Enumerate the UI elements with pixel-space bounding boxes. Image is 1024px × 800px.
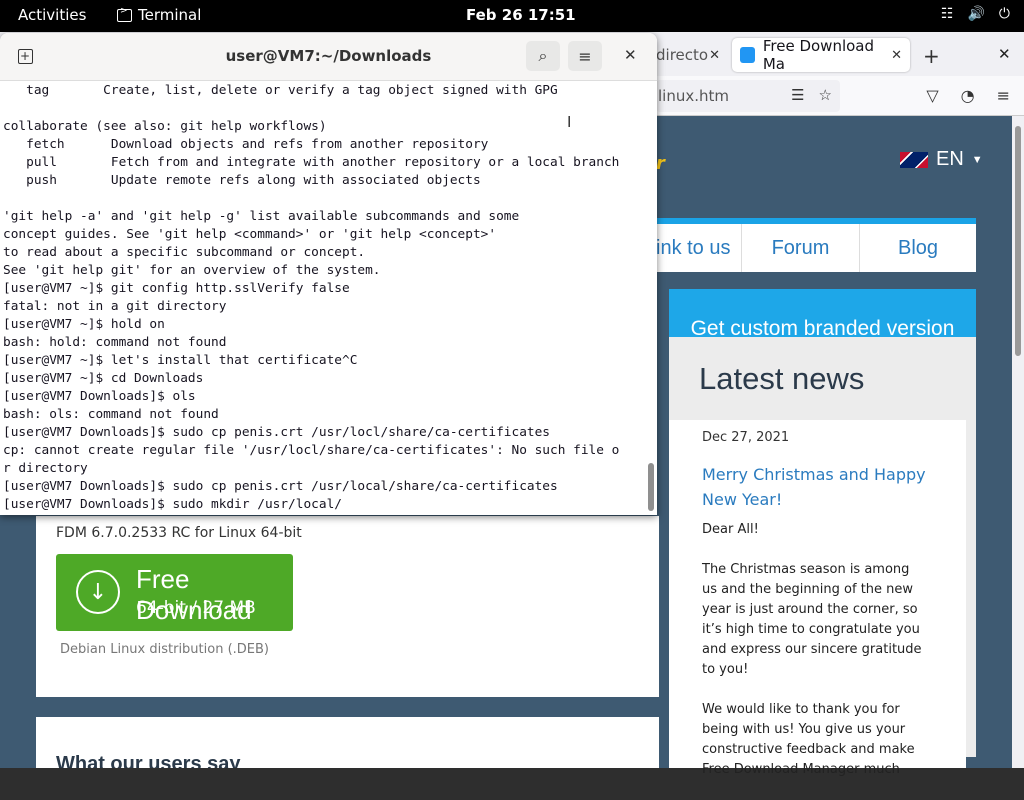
terminal-scrollbar[interactable] [648, 463, 654, 511]
news-heading: Latest news [699, 361, 865, 396]
search-icon: ⌕ [538, 46, 548, 65]
system-tray[interactable]: ☷ 🔊 ⏻ [941, 6, 1010, 22]
terminal-line: [user@VM7 Downloads]$ ols [3, 389, 196, 404]
free-download-button[interactable]: ↓ Free Download 64-bit / 27 MB [56, 554, 293, 631]
news-card: Dec 27, 2021 Merry Christmas and Happy N… [669, 420, 966, 777]
logo-fragment: r [656, 153, 665, 174]
terminal-line: to read about a specific subcommand or c… [3, 245, 366, 260]
terminal-line: [user@VM7 Downloads]$ sudo cp penis.crt … [3, 479, 558, 494]
app-menu[interactable]: Terminal [117, 6, 201, 24]
text-cursor-icon: I [567, 113, 572, 131]
new-tab-button[interactable]: + [923, 44, 940, 68]
download-size: 64-bit / 27 MB [136, 598, 256, 618]
close-icon[interactable]: ✕ [709, 48, 720, 63]
news-title-link[interactable]: Merry Christmas and Happy New Year! [702, 462, 932, 512]
power-icon: ⏻ [998, 6, 1010, 22]
tab-directory[interactable]: directo ✕ [656, 38, 728, 72]
terminal-output[interactable]: tag Create, list, delete or verify a tag… [0, 81, 645, 515]
volume-icon: 🔊 [967, 6, 985, 22]
url-text: linux.htm [658, 87, 729, 105]
terminal-line: [user@VM7 ~]$ let's install that certifi… [3, 353, 358, 368]
terminal-line: [user@VM7 Downloads]$ sudo cp penis.crt … [3, 425, 551, 440]
terminal-line: fetch Download objects and refs from ano… [3, 137, 489, 152]
terminal-line: 'git help -a' and 'git help -g' list ava… [3, 209, 520, 224]
top-bar: Activities Terminal Feb 26 17:51 ☷ 🔊 ⏻ [0, 0, 1024, 32]
close-button[interactable]: ✕ [624, 46, 637, 64]
terminal-header: + user@VM7:~/Downloads ⌕ ≡ ✕ [0, 33, 657, 81]
terminal-line: fatal: not in a git directory [3, 299, 227, 314]
bookmark-star-icon[interactable]: ☆ [819, 86, 832, 104]
terminal-line: cp: cannot create regular file '/usr/loc… [3, 443, 620, 458]
url-bar[interactable]: linux.htm ☰ ☆ [656, 80, 840, 112]
distribution-label: Debian Linux distribution (.DEB) [60, 642, 270, 657]
download-panel: FDM 6.7.0.2533 RC for Linux 64-bit ↓ Fre… [36, 516, 659, 697]
terminal-line: push Update remote refs along with assoc… [3, 173, 481, 188]
terminal-line: tag Create, list, delete or verify a tag… [3, 83, 558, 98]
news-paragraph: The Christmas season is among us and the… [702, 562, 922, 677]
site-nav: ink to us Forum Blog [656, 218, 976, 272]
reader-view-icon[interactable]: ☰ [791, 86, 804, 104]
terminal-line: concept guides. See 'git help <command>'… [3, 227, 497, 242]
terminal-line: [user@VM7 ~]$ cd Downloads [3, 371, 204, 386]
language-label: EN [936, 148, 964, 170]
terminal-line: pull Fetch from and integrate with anoth… [3, 155, 620, 170]
terminal-icon [117, 6, 132, 22]
nav-forum[interactable]: Forum [742, 224, 860, 272]
activities-button[interactable]: Activities [18, 6, 86, 24]
users-heading: What our users say [56, 753, 241, 768]
hamburger-menu-icon[interactable]: ≡ [997, 86, 1010, 105]
news-paragraph: We would like to thank you for being wit… [702, 702, 915, 777]
terminal-line: [user@VM7 ~]$ hold on [3, 317, 165, 332]
terminal-line: collaborate (see also: git help workflow… [3, 119, 327, 134]
terminal-line: bash: hold: command not found [3, 335, 227, 350]
news-date: Dec 27, 2021 [702, 430, 790, 445]
nav-blog[interactable]: Blog [860, 224, 976, 272]
news-body: Dear All! The Christmas season is among … [702, 520, 922, 800]
caret-down-icon: ▼ [971, 153, 983, 166]
download-arrow-icon: ↓ [76, 570, 120, 614]
close-window-icon[interactable]: ✕ [998, 45, 1011, 63]
search-button[interactable]: ⌕ [526, 41, 560, 71]
tab-label: Free Download Ma [762, 37, 875, 73]
terminal-line: [user@VM7 ~]$ git config http.sslVerify … [3, 281, 350, 296]
favicon-icon [740, 47, 755, 63]
tab-label: directo [656, 46, 709, 64]
menu-button[interactable]: ≡ [568, 41, 602, 71]
language-selector[interactable]: EN ▼ [900, 148, 983, 171]
pocket-icon[interactable]: ▽ [926, 86, 938, 105]
users-section: What our users say [36, 717, 659, 768]
terminal-window[interactable]: + user@VM7:~/Downloads ⌕ ≡ ✕ tag Create,… [0, 33, 657, 515]
nav-link-to-us[interactable]: ink to us [656, 224, 742, 272]
terminal-line: r directory [3, 461, 88, 476]
terminal-line: [user@VM7 Downloads]$ sudo mkdir /usr/lo… [3, 497, 342, 512]
tab-free-download-manager[interactable]: Free Download Ma ✕ [732, 37, 910, 73]
hamburger-menu-icon: ≡ [578, 46, 592, 66]
news-paragraph: Dear All! [702, 522, 759, 537]
terminal-line: See 'git help git' for an overview of th… [3, 263, 381, 278]
uk-flag-icon [900, 151, 928, 168]
terminal-line: bash: ols: command not found [3, 407, 219, 422]
account-icon[interactable]: ◔ [961, 86, 975, 105]
network-icon: ☷ [940, 6, 954, 22]
close-icon[interactable]: ✕ [891, 48, 902, 63]
page-scrollbar[interactable] [1012, 116, 1024, 768]
scrollbar-thumb[interactable] [1015, 126, 1021, 356]
product-version: FDM 6.7.0.2533 RC for Linux 64-bit [56, 525, 302, 541]
clock[interactable]: Feb 26 17:51 [466, 6, 576, 24]
app-name: Terminal [138, 6, 202, 24]
